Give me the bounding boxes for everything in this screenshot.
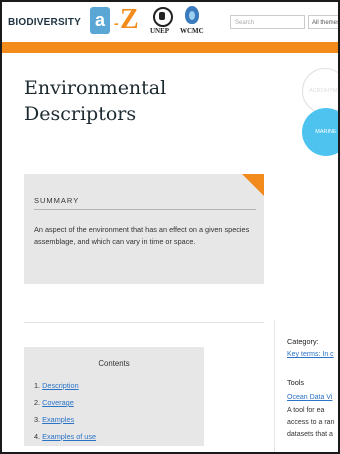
wcmc-logo-icon[interactable] <box>185 6 199 24</box>
wcmc-label: WCMC <box>180 27 204 35</box>
unep-logo-icon[interactable] <box>153 7 173 27</box>
az-logo-dash: - <box>114 15 119 31</box>
page-title-line-2: Descriptors <box>24 103 137 125</box>
contents-item-number: 2. <box>34 398 41 407</box>
search-input[interactable]: Search <box>230 15 305 29</box>
site-header: BIODIVERSITY a - Z UNEP WCMC Search All … <box>2 2 338 42</box>
contents-link-coverage[interactable]: Coverage <box>42 398 74 407</box>
unep-label: UNEP <box>150 27 170 35</box>
contents-item-number: 4. <box>34 432 41 441</box>
tool-description: A tool for ea access to a ran datasets t… <box>287 405 338 441</box>
contents-item: 1. Description <box>34 377 96 394</box>
themes-select[interactable]: All themes <box>308 15 338 29</box>
site-logo-text[interactable]: BIODIVERSITY <box>8 17 81 28</box>
contents-list: 1. Description 2. Coverage 3. Examples 4… <box>34 377 96 445</box>
az-logo-a[interactable]: a <box>90 7 110 34</box>
contents-link-examples[interactable]: Examples <box>42 415 74 424</box>
browser-frame: BIODIVERSITY a - Z UNEP WCMC Search All … <box>0 0 340 454</box>
tools-heading: Tools <box>287 378 305 387</box>
contents-heading: Contents <box>98 359 130 368</box>
tool-description-line: datasets that a <box>287 431 333 438</box>
summary-divider <box>34 209 256 210</box>
summary-box: SUMMARY An aspect of the environment tha… <box>24 174 264 284</box>
contents-item: 4. Examples of use <box>34 428 96 445</box>
contents-item-number: 3. <box>34 415 41 424</box>
category-heading: Category: <box>287 337 319 346</box>
marine-theme-badge[interactable]: MARINE <box>302 108 338 156</box>
header-accent-bar <box>2 42 338 53</box>
tool-description-line: access to a ran <box>287 419 335 426</box>
right-sidebar: Category: Key terms: In c Tools Ocean Da… <box>274 320 338 452</box>
summary-text: An aspect of the environment that has an… <box>34 225 250 246</box>
page-title-line-1: Environmental <box>24 77 167 99</box>
contents-link-examples-of-use[interactable]: Examples of use <box>42 432 96 441</box>
section-divider <box>24 322 264 323</box>
page-title: Environmental Descriptors <box>24 75 234 127</box>
contents-item: 3. Examples <box>34 411 96 428</box>
summary-corner-accent <box>242 174 264 196</box>
acronyms-badge[interactable]: ACRONYMS <box>302 68 338 114</box>
contents-link-description[interactable]: Description <box>42 381 79 390</box>
contents-item-number: 1. <box>34 381 41 390</box>
contents-box: Contents 1. Description 2. Coverage 3. E… <box>24 347 204 446</box>
tool-link[interactable]: Ocean Data Vi <box>287 394 332 401</box>
az-logo-z[interactable]: Z <box>120 5 139 35</box>
summary-heading: SUMMARY <box>34 196 80 205</box>
category-link[interactable]: Key terms: In c <box>287 351 334 358</box>
tool-description-line: A tool for ea <box>287 407 325 414</box>
contents-item: 2. Coverage <box>34 394 96 411</box>
